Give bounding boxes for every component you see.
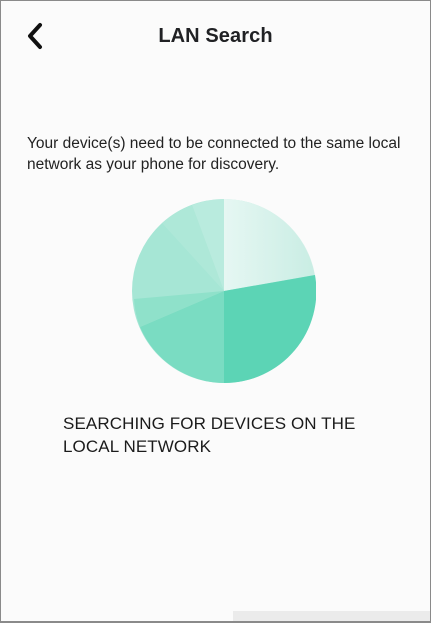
page-title: LAN Search	[158, 25, 273, 47]
header: LAN Search	[1, 1, 430, 73]
radar-sweep-icon	[132, 199, 316, 383]
watermark	[233, 611, 430, 621]
lan-search-screen: LAN Search Your device(s) need to be con…	[0, 0, 431, 623]
instructions-text: Your device(s) need to be connected to t…	[27, 135, 401, 173]
radar-animation	[132, 199, 316, 383]
status-text: SEARCHING FOR DEVICES ON THE LOCAL NETWO…	[63, 414, 356, 456]
